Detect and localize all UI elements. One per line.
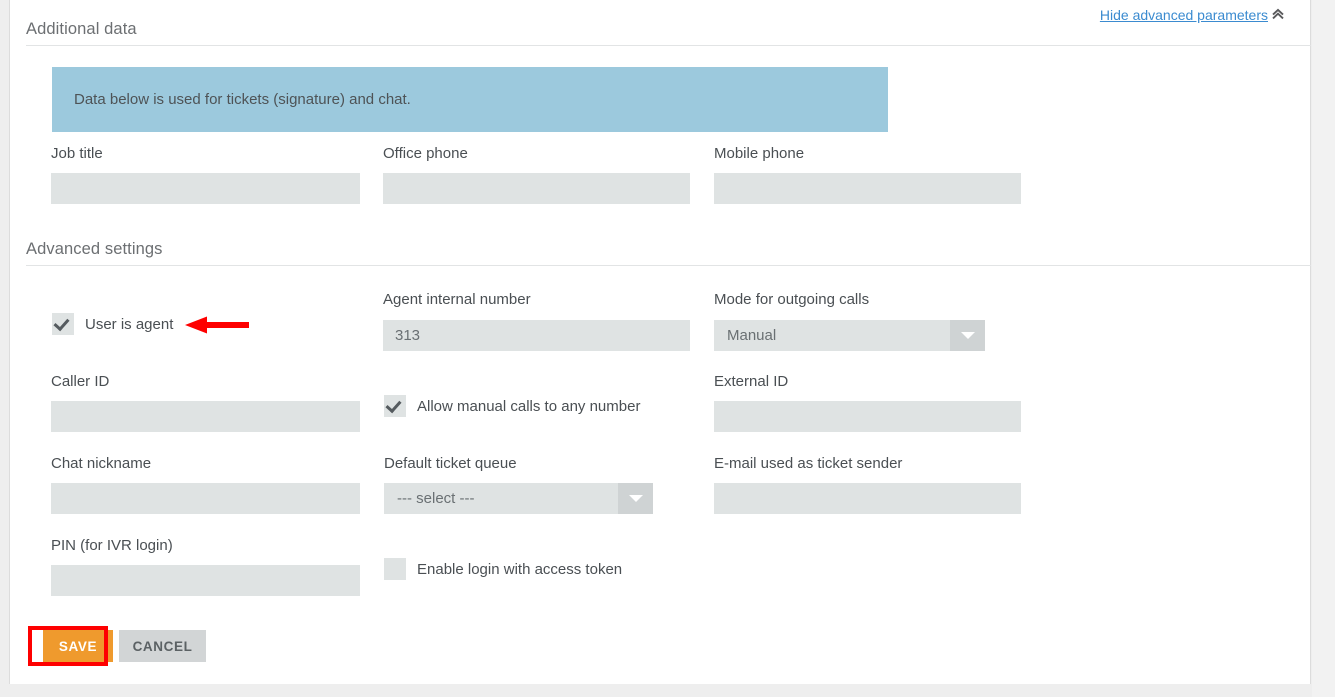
caller-id-input[interactable] bbox=[51, 401, 360, 432]
user-is-agent-label: User is agent bbox=[85, 315, 174, 333]
advanced-settings-heading: Advanced settings bbox=[26, 240, 163, 258]
save-button[interactable]: SAVE bbox=[43, 630, 113, 662]
hide-advanced-parameters-label: Hide advanced parameters bbox=[1099, 6, 1268, 23]
external-id-label: External ID bbox=[714, 373, 789, 390]
default-ticket-queue-select[interactable]: --- select --- bbox=[384, 483, 653, 514]
cancel-button[interactable]: CANCEL bbox=[119, 630, 206, 662]
additional-data-divider bbox=[26, 45, 1311, 46]
mobile-phone-label: Mobile phone bbox=[714, 145, 805, 162]
job-title-label: Job title bbox=[51, 145, 103, 162]
pin-ivr-login-input[interactable] bbox=[51, 565, 360, 596]
mode-for-outgoing-calls-label: Mode for outgoing calls bbox=[714, 291, 870, 308]
allow-manual-calls-checkbox[interactable]: Allow manual calls to any number bbox=[384, 395, 640, 417]
email-ticket-sender-input[interactable] bbox=[714, 483, 1021, 514]
enable-access-token-checkbox[interactable]: Enable login with access token bbox=[384, 558, 622, 580]
mode-for-outgoing-calls-value: Manual bbox=[727, 327, 777, 344]
pin-ivr-login-label: PIN (for IVR login) bbox=[51, 537, 173, 554]
enable-access-token-label: Enable login with access token bbox=[417, 560, 623, 578]
page-root: Additional data Hide advanced parameters… bbox=[0, 0, 1335, 697]
office-phone-label: Office phone bbox=[383, 145, 468, 162]
hide-advanced-parameters-link[interactable]: Hide advanced parameters bbox=[1100, 6, 1285, 23]
checkmark-icon bbox=[384, 395, 406, 417]
advanced-settings-divider bbox=[26, 265, 1311, 266]
additional-data-heading: Additional data bbox=[26, 20, 137, 38]
agent-internal-number-label: Agent internal number bbox=[383, 291, 531, 308]
default-ticket-queue-value: --- select --- bbox=[397, 490, 475, 507]
chevron-down-icon[interactable] bbox=[618, 483, 653, 514]
caller-id-label: Caller ID bbox=[51, 373, 110, 390]
mode-for-outgoing-calls-select[interactable]: Manual bbox=[714, 320, 985, 351]
chevron-down-icon[interactable] bbox=[950, 320, 985, 351]
info-banner: Data below is used for tickets (signatur… bbox=[52, 67, 888, 132]
office-phone-input[interactable] bbox=[383, 173, 690, 204]
double-chevron-up-icon bbox=[1271, 7, 1285, 24]
info-banner-text: Data below is used for tickets (signatur… bbox=[74, 91, 411, 108]
chat-nickname-label: Chat nickname bbox=[51, 455, 152, 472]
agent-internal-number-input[interactable] bbox=[383, 320, 690, 351]
empty-checkbox-icon bbox=[384, 558, 406, 580]
external-id-input[interactable] bbox=[714, 401, 1021, 432]
page-right-gutter bbox=[1312, 0, 1335, 697]
email-ticket-sender-label: E-mail used as ticket sender bbox=[714, 455, 903, 472]
job-title-input[interactable] bbox=[51, 173, 360, 204]
allow-manual-calls-label: Allow manual calls to any number bbox=[417, 397, 641, 415]
chat-nickname-input[interactable] bbox=[51, 483, 360, 514]
user-is-agent-checkbox[interactable]: User is agent bbox=[52, 313, 173, 335]
mobile-phone-input[interactable] bbox=[714, 173, 1021, 204]
default-ticket-queue-label: Default ticket queue bbox=[384, 455, 517, 472]
content-card: Additional data Hide advanced parameters… bbox=[9, 0, 1311, 684]
checkmark-icon bbox=[52, 313, 74, 335]
